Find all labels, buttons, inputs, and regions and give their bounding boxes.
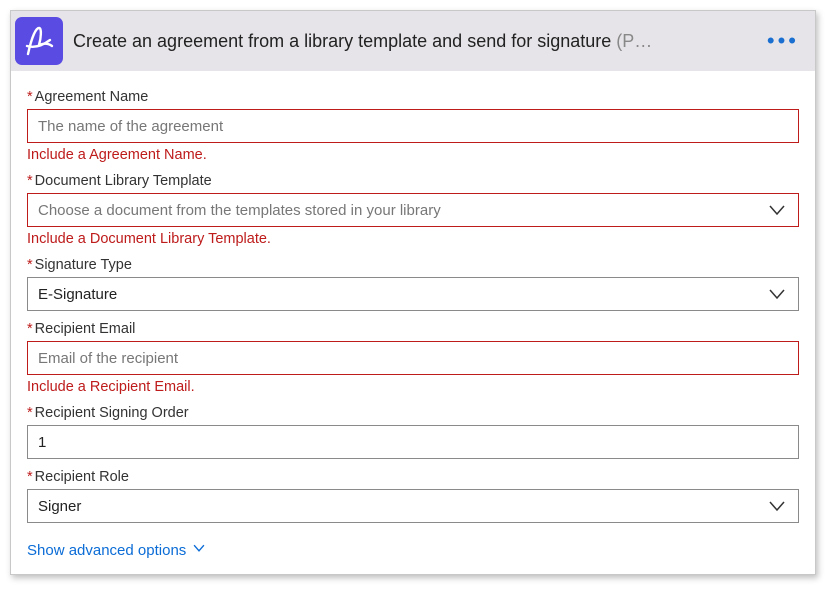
card-title-suffix: (P…: [616, 31, 652, 51]
label-doc-template: *Document Library Template: [27, 173, 799, 189]
required-asterisk: *: [27, 173, 33, 189]
label-text: Recipient Email: [35, 321, 136, 337]
advanced-label: Show advanced options: [27, 542, 186, 559]
select-recipient-role[interactable]: Signer: [27, 489, 799, 523]
field-agreement-name: *Agreement Name The name of the agreemen…: [27, 89, 799, 163]
label-text: Recipient Signing Order: [35, 405, 189, 421]
select-value: E-Signature: [38, 286, 766, 303]
label-agreement-name: *Agreement Name: [27, 89, 799, 105]
required-asterisk: *: [27, 469, 33, 485]
required-asterisk: *: [27, 321, 33, 337]
chevron-down-icon: [766, 199, 788, 221]
select-sig-type[interactable]: E-Signature: [27, 277, 799, 311]
error-agreement-name: Include a Agreement Name.: [27, 147, 799, 163]
label-signing-order: *Recipient Signing Order: [27, 405, 799, 421]
card-title: Create an agreement from a library templ…: [73, 31, 751, 52]
label-recipient-role: *Recipient Role: [27, 469, 799, 485]
card-menu-button[interactable]: •••: [761, 28, 805, 54]
card-title-main: Create an agreement from a library templ…: [73, 31, 616, 51]
label-sig-type: *Signature Type: [27, 257, 799, 273]
select-placeholder: Choose a document from the templates sto…: [38, 202, 766, 219]
card-header: Create an agreement from a library templ…: [11, 11, 815, 71]
show-advanced-options[interactable]: Show advanced options: [27, 541, 206, 559]
input-agreement-name[interactable]: The name of the agreement: [27, 109, 799, 143]
input-placeholder: Email of the recipient: [38, 350, 178, 367]
field-recipient-email: *Recipient Email Email of the recipient …: [27, 321, 799, 395]
label-text: Signature Type: [35, 257, 132, 273]
field-signing-order: *Recipient Signing Order 1: [27, 405, 799, 459]
error-recipient-email: Include a Recipient Email.: [27, 379, 799, 395]
input-value: 1: [38, 434, 46, 451]
chevron-down-icon: [766, 495, 788, 517]
required-asterisk: *: [27, 89, 33, 105]
input-placeholder: The name of the agreement: [38, 118, 223, 135]
input-signing-order[interactable]: 1: [27, 425, 799, 459]
label-text: Document Library Template: [35, 173, 212, 189]
select-value: Signer: [38, 498, 766, 515]
card-body: *Agreement Name The name of the agreemen…: [11, 71, 815, 574]
chevron-down-icon: [766, 283, 788, 305]
label-recipient-email: *Recipient Email: [27, 321, 799, 337]
required-asterisk: *: [27, 405, 33, 421]
input-recipient-email[interactable]: Email of the recipient: [27, 341, 799, 375]
action-card: Create an agreement from a library templ…: [10, 10, 816, 575]
required-asterisk: *: [27, 257, 33, 273]
field-sig-type: *Signature Type E-Signature: [27, 257, 799, 311]
label-text: Recipient Role: [35, 469, 129, 485]
adobe-sign-icon: [15, 17, 63, 65]
select-doc-template[interactable]: Choose a document from the templates sto…: [27, 193, 799, 227]
label-text: Agreement Name: [35, 89, 149, 105]
error-doc-template: Include a Document Library Template.: [27, 231, 799, 247]
field-recipient-role: *Recipient Role Signer: [27, 469, 799, 523]
chevron-down-icon: [192, 541, 206, 559]
field-doc-template: *Document Library Template Choose a docu…: [27, 173, 799, 247]
